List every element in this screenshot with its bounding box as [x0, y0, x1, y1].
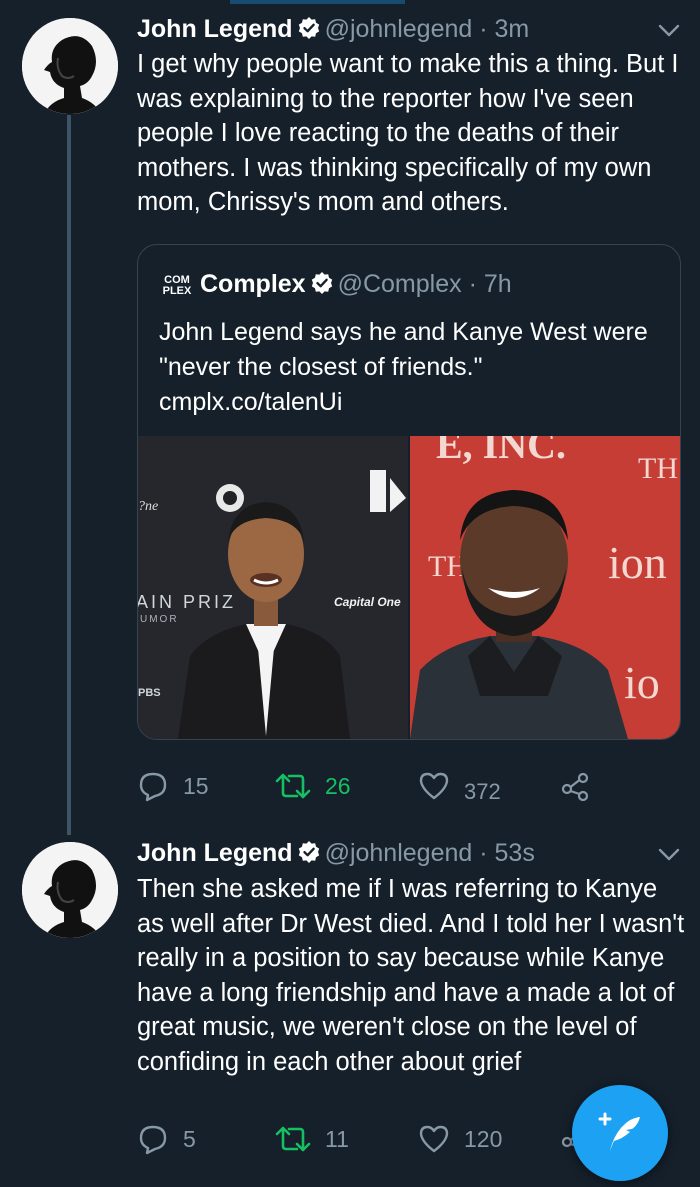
verified-badge-icon — [297, 16, 321, 47]
like-count: 120 — [464, 1125, 503, 1152]
image-text-top: E, INC. — [436, 436, 566, 467]
reply-count: 5 — [183, 1125, 196, 1152]
quote-body: John Legend says he and Kanye West were … — [159, 318, 648, 381]
quoted-tweet[interactable]: COM PLEX Complex @Complex · 7h John Legend… — [137, 244, 681, 740]
author-handle[interactable]: @johnlegend — [325, 15, 473, 43]
quote-author-handle[interactable]: @Complex — [338, 270, 462, 298]
avatar-image — [22, 18, 118, 114]
tweet-actions: 15 26 372 — [137, 766, 657, 806]
share-button[interactable] — [561, 766, 605, 806]
like-button[interactable]: 372 — [418, 766, 501, 806]
tweet-header: John Legend @johnlegend · 53s — [137, 838, 535, 871]
image-text-banner: AIN PRIZ — [138, 592, 236, 612]
image-text-capital: Capital One — [334, 595, 401, 609]
share-icon — [561, 772, 589, 801]
retweet-count: 11 — [325, 1125, 349, 1152]
quote-image[interactable]: ?ne AIN PRIZ UMOR PBS Capital One E, INC… — [138, 436, 680, 739]
verified-badge-icon — [310, 271, 334, 302]
twitter-timeline: John Legend @johnlegend · 3m I get why pe… — [0, 0, 700, 1187]
tweet-time: · 3m — [479, 15, 530, 43]
author-name[interactable]: John Legend — [137, 839, 293, 867]
reply-count: 15 — [183, 772, 209, 799]
like-count: 372 — [464, 779, 501, 804]
reply-button[interactable]: 15 — [137, 766, 209, 806]
quote-text: John Legend says he and Kanye West were … — [159, 315, 659, 420]
quote-header: COM PLEX Complex @Complex · 7h — [162, 269, 512, 302]
compose-tweet-icon — [598, 1112, 640, 1151]
author-handle[interactable]: @johnlegend — [325, 839, 473, 867]
tweet-time: · 53s — [479, 839, 535, 867]
like-button[interactable]: 120 — [418, 1119, 502, 1159]
tab-indicator — [230, 0, 405, 4]
image-text-io: io — [624, 657, 660, 708]
chevron-down-icon[interactable] — [658, 24, 680, 43]
retweet-button[interactable]: 26 — [275, 766, 351, 806]
image-text-th1: TH — [638, 452, 678, 485]
quote-link[interactable]: cmplx.co/talenUi — [159, 388, 342, 416]
verified-badge-icon — [297, 840, 321, 871]
reply-icon — [139, 1125, 167, 1155]
thread-connector — [67, 115, 71, 835]
retweet-icon — [275, 1126, 311, 1152]
complex-logo: COM PLEX — [162, 274, 192, 297]
avatar-image — [22, 842, 118, 938]
image-text-pbs: PBS — [138, 687, 161, 699]
heart-icon — [419, 1125, 449, 1153]
chevron-down-icon[interactable] — [658, 848, 680, 867]
retweet-count: 26 — [325, 772, 351, 799]
retweet-button[interactable]: 11 — [275, 1119, 349, 1159]
tweet-text: Then she asked me if I was referring to … — [137, 875, 685, 1076]
reply-button[interactable]: 5 — [137, 1119, 196, 1159]
avatar[interactable] — [22, 18, 118, 114]
tweet-text: I get why people want to make this a thi… — [137, 50, 679, 216]
quote-author-name[interactable]: Complex — [200, 270, 306, 298]
tweet-header: John Legend @johnlegend · 3m — [137, 14, 529, 47]
image-text-sub: UMOR — [140, 614, 179, 625]
author-name[interactable]: John Legend — [137, 15, 293, 43]
avatar[interactable] — [22, 842, 118, 938]
heart-icon — [419, 772, 449, 800]
svg-text:?ne: ?ne — [138, 499, 158, 514]
compose-tweet-button[interactable] — [572, 1085, 668, 1181]
image-text-ion: ion — [608, 537, 667, 588]
reply-icon — [139, 772, 167, 802]
retweet-icon — [275, 773, 311, 799]
quote-time: · 7h — [468, 270, 512, 298]
